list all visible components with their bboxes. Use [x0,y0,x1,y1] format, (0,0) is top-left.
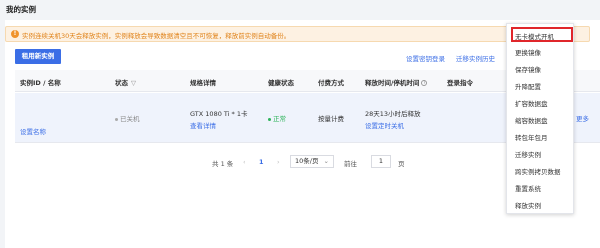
spec-details-link[interactable]: 查看详情 [190,120,216,130]
migration-history-link[interactable]: 迁移实例历史 [456,53,495,63]
dropdown-item-release[interactable]: 释放实例 [515,200,541,210]
column-header-status-label: 状态 [115,79,128,87]
health-dot-icon [268,117,271,121]
pagination-total: 共 1 条 [212,160,234,168]
dropdown-item-to-subscription[interactable]: 转包年包月 [515,132,548,142]
instance-name-link[interactable]: 设置名称 [20,126,46,136]
set-password-link[interactable]: 设置密钥登录 [406,53,445,63]
column-header-health: 健康状态 [268,79,294,87]
column-header-status[interactable]: 状态 ▽ [115,77,136,87]
spec-text: GTX 1080 Ti * 1卡 [190,110,248,118]
dropdown-item-cardless-boot[interactable]: 无卡模式开机 [515,31,554,41]
release-time-text: 28天13小时后释放 [365,110,421,118]
scheduled-shutdown-link[interactable]: 设置定时关机 [365,120,404,130]
goto-label: 前往 [344,160,357,168]
health-cell: 正常 [268,113,286,123]
warning-text: 实例连续关机30天会释放实例，实例释放会导致数据清空且不可恢复，释放前实例自动备… [22,32,291,40]
page-suffix: 页 [398,160,405,168]
warning-icon: ! [11,30,19,38]
dropdown-item-shrink-disk[interactable]: 缩容数据盘 [515,115,548,125]
goto-page-input[interactable]: 1 [371,155,391,168]
status-cell: 已关机 [115,113,140,123]
billing-text: 按量计费 [318,115,344,123]
dropdown-item-expand-disk[interactable]: 扩容数据盘 [515,98,548,108]
dropdown-item-migrate[interactable]: 迁移实例 [515,149,541,159]
status-text: 已关机 [120,115,140,123]
new-instance-button[interactable]: 租用新实例 [15,49,61,64]
more-actions-dropdown: 无卡模式开机 更换镜像 保存镜像 升降配置 扩容数据盘 缩容数据盘 转包年包月 … [506,23,574,214]
more-button[interactable]: 更多 [576,113,589,123]
dropdown-item-change-image[interactable]: 更换镜像 [515,47,541,57]
pagination-current-page[interactable]: 1 [259,158,264,166]
pagination-next-button[interactable]: › [277,158,280,166]
help-icon[interactable]: ? [421,80,428,86]
filter-icon[interactable]: ▽ [131,79,136,87]
column-header-id: 实例ID / 名称 [20,79,61,87]
page-size-select[interactable]: 10条/页 ⌄ [290,155,334,168]
chevron-down-icon: ⌄ [323,157,329,165]
warning-banner: ! 实例连续关机30天会释放实例，实例释放会导致数据清空且不可恢复，释放前实例自… [5,26,590,42]
dropdown-item-copy-data[interactable]: 跨实例拷贝数据 [515,166,561,176]
dropdown-item-reset-system[interactable]: 重置系统 [515,183,541,193]
page-size-value: 10条/页 [295,157,319,165]
column-header-release: 释放时间/停机时间? [365,77,428,87]
dropdown-item-save-image[interactable]: 保存镜像 [515,64,541,74]
column-header-release-label: 释放时间/停机时间 [365,79,420,87]
page-title: 我的实例 [6,5,36,14]
column-header-login: 登录指令 [447,79,473,87]
column-header-billing: 付费方式 [318,79,344,87]
health-text: 正常 [273,115,286,123]
column-header-spec: 规格详情 [190,79,216,87]
dropdown-item-resize[interactable]: 升降配置 [515,81,541,91]
status-dot-icon [115,117,118,121]
pagination-prev-button[interactable]: ‹ [243,158,246,166]
